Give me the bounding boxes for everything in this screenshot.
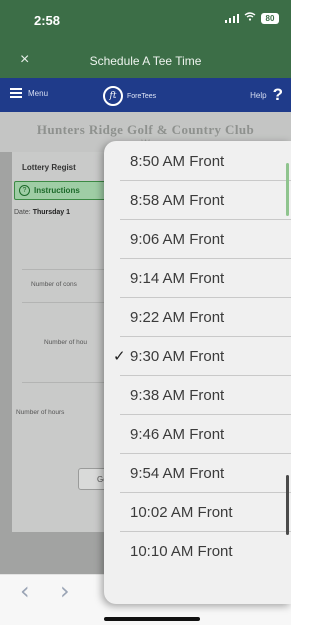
picker-option[interactable]: 8:50 AM Front — [104, 142, 291, 181]
battery-icon: 80 — [261, 12, 279, 24]
club-name: Hunters Ridge Golf & Country Club — [36, 122, 255, 137]
picker-option[interactable]: 9:22 AM Front — [104, 298, 291, 337]
picker-option[interactable]: 8:58 AM Front — [104, 181, 291, 220]
picker-option-label: 9:54 AM Front — [130, 465, 225, 482]
picker-option-label: 8:58 AM Front — [130, 192, 225, 209]
picker-option-label: 9:46 AM Front — [130, 426, 225, 443]
checkmark-icon: ✓ — [113, 348, 126, 365]
screen: 2:58 80 × Schedule A Tee Time Menu ft Fo… — [0, 0, 291, 625]
logo-text: ForeTees — [127, 92, 157, 100]
status-bar: 2:58 80 — [0, 0, 291, 44]
picker-option[interactable]: 9:06 AM Front — [104, 220, 291, 259]
date-prefix: Date: — [14, 209, 31, 216]
picker-option-label: 9:14 AM Front — [130, 270, 225, 287]
picker-option[interactable]: 9:54 AM Front — [104, 454, 291, 493]
help-button[interactable]: Help ? — [250, 85, 283, 105]
picker-option-label: 10:10 AM Front — [130, 543, 233, 560]
date-value: Thursday 1 — [32, 209, 71, 216]
title-bar: × Schedule A Tee Time — [0, 44, 291, 78]
menu-button[interactable]: Menu — [10, 88, 48, 98]
instructions-label: Instructions — [34, 186, 80, 195]
status-time: 2:58 — [34, 13, 61, 28]
picker-scroll-top — [286, 163, 289, 216]
lottery-title: Lottery Regist — [22, 163, 76, 172]
picker-scrollbar[interactable] — [286, 475, 289, 535]
field-label-consecutive: Number of cons — [31, 281, 77, 288]
menu-icon — [10, 88, 22, 98]
picker-option[interactable]: 10:02 AM Front — [104, 493, 291, 532]
page-title: Schedule A Tee Time — [89, 54, 202, 68]
date-line: Date: Thursday 1 — [14, 209, 70, 216]
wifi-icon — [244, 12, 256, 24]
picker-option-label: 9:38 AM Front — [130, 387, 225, 404]
help-icon: ? — [272, 85, 283, 104]
picker-option[interactable]: 9:38 AM Front — [104, 376, 291, 415]
picker-option[interactable]: 9:46 AM Front — [104, 415, 291, 454]
field-label-hours: Number of hou — [44, 339, 87, 346]
picker-option[interactable]: 9:14 AM Front — [104, 259, 291, 298]
picker-option-label: 10:02 AM Front — [130, 504, 233, 521]
picker-option-label: 8:50 AM Front — [130, 153, 225, 170]
info-icon: ? — [19, 185, 30, 196]
status-icons: 80 — [225, 12, 279, 24]
picker-option[interactable]: 10:10 AM Front — [104, 532, 291, 571]
app-nav: Menu ft ForeTees Help ? — [0, 78, 291, 112]
picker-option-label: 9:22 AM Front — [130, 309, 225, 326]
picker-option-label: 9:06 AM Front — [130, 231, 225, 248]
picker-option-label: 9:30 AM Front — [130, 348, 225, 365]
foretees-logo: ft ForeTees — [103, 86, 156, 106]
help-label: Help — [250, 90, 267, 100]
back-arrow-icon[interactable]: ‹ — [20, 577, 30, 605]
menu-label: Menu — [28, 88, 49, 98]
forward-arrow-icon[interactable]: › — [60, 577, 70, 605]
picker-option[interactable]: ✓ 9:30 AM Front — [104, 337, 291, 376]
field-label-hours-2: Number of hours — [16, 409, 65, 416]
signal-icon — [225, 13, 239, 23]
home-indicator — [104, 617, 200, 621]
tee-time-picker[interactable]: 8:50 AM Front 8:58 AM Front 9:06 AM Front 9… — [104, 141, 291, 604]
logo-icon: ft — [103, 86, 123, 106]
